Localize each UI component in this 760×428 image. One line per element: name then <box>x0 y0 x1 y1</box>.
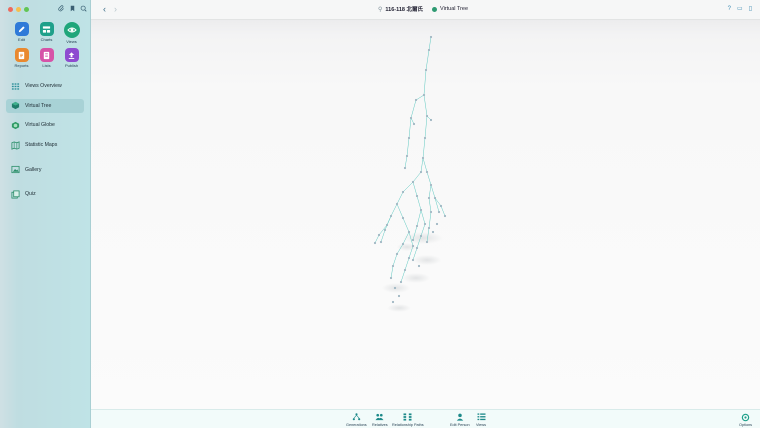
module-label: Lists <box>42 63 51 68</box>
tree-graph[interactable] <box>91 20 760 409</box>
bookmark-icon[interactable] <box>69 5 76 12</box>
nav-item-statistic-maps[interactable]: Statistic Maps <box>6 138 84 152</box>
report-icon <box>14 48 29 62</box>
zoom-window-button[interactable] <box>24 7 29 12</box>
window-controls <box>8 7 29 12</box>
nav-label: Virtual Tree <box>25 102 52 109</box>
virtual-tree-dot-icon <box>432 6 438 12</box>
quiz-cards-icon <box>11 190 20 199</box>
nav-label: Views Overview <box>25 83 62 89</box>
module-lists[interactable]: Lists <box>34 48 59 68</box>
module-views[interactable]: Views <box>59 22 84 44</box>
views-list-icon <box>476 412 486 422</box>
bottom-label: Options <box>739 423 753 427</box>
help-icon[interactable]: ? <box>728 6 731 12</box>
globe-cube-icon <box>11 121 20 130</box>
toolbar: ‹ › ⚲ 116-118 北爾氏 Virtual Tree ? ▭ ▯ <box>91 0 760 20</box>
breadcrumb-person[interactable]: 116-118 北爾氏 <box>385 5 423 13</box>
minimize-window-button[interactable] <box>16 7 21 12</box>
person-pin-icon: ⚲ <box>378 6 383 13</box>
generations-icon <box>351 412 361 422</box>
relatives-button[interactable]: Relatives <box>372 412 388 427</box>
bottom-toolbar: Generations Relatives Relationship Paths… <box>91 409 760 428</box>
breadcrumb: ⚲ 116-118 北爾氏 Virtual Tree <box>378 5 468 13</box>
forward-arrow-icon[interactable]: › <box>114 5 117 14</box>
module-grid: Edit Charts Views Reports Lists Publish <box>9 22 83 68</box>
module-label: Views <box>66 39 77 44</box>
module-label: Edit <box>18 37 25 42</box>
pencil-icon <box>14 22 29 36</box>
nav-item-gallery[interactable]: Gallery <box>6 163 84 177</box>
relationship-paths-icon <box>403 412 413 422</box>
back-arrow-icon[interactable]: ‹ <box>103 5 106 14</box>
nav-label: Statistic Maps <box>25 142 58 149</box>
close-window-button[interactable] <box>8 7 13 12</box>
module-label: Reports <box>14 63 29 68</box>
grid-icon <box>11 82 20 91</box>
eye-icon <box>63 22 80 38</box>
toolbar-right: ? ▭ ▯ <box>728 6 752 12</box>
module-label: Charts <box>40 37 53 42</box>
views-nav: Views Overview Virtual Tree Virtual Glob… <box>6 79 84 207</box>
bottom-label: Edit Person <box>450 423 470 427</box>
nav-item-virtual-tree[interactable]: Virtual Tree <box>6 98 84 113</box>
relatives-icon <box>375 412 385 422</box>
module-publish[interactable]: Publish <box>59 48 84 68</box>
nav-item-virtual-globe[interactable]: Virtual Globe <box>6 118 84 132</box>
relationship-paths-button[interactable]: Relationship Paths <box>392 412 424 427</box>
photo-icon <box>11 165 20 174</box>
upload-icon <box>64 48 79 62</box>
gear-icon <box>741 412 751 422</box>
cube-tree-icon <box>11 101 20 110</box>
bottom-label: Relationship Paths <box>392 423 424 427</box>
map-icon <box>11 140 20 150</box>
list-icon <box>39 48 54 62</box>
nav-label: Gallery <box>25 166 42 173</box>
bottom-label: Generations <box>346 423 367 427</box>
generations-button[interactable]: Generations <box>346 412 367 427</box>
person-icon <box>455 412 465 422</box>
breadcrumb-view: Virtual Tree <box>440 6 469 12</box>
title-tools <box>58 5 87 12</box>
nav-item-quiz[interactable]: Quiz <box>6 187 84 201</box>
nav-item-views-overview[interactable]: Views Overview <box>6 79 84 93</box>
sidebar: Edit Charts Views Reports Lists Publish … <box>0 0 91 428</box>
sidebar-toggle-icon[interactable]: ▯ <box>749 6 752 12</box>
bottom-label: Relatives <box>372 423 388 427</box>
views-button[interactable]: Views <box>476 412 486 427</box>
history-nav: ‹ › <box>103 5 117 14</box>
module-label: Publish <box>64 63 79 68</box>
module-charts[interactable]: Charts <box>34 22 59 44</box>
options-button[interactable]: Options <box>739 412 752 427</box>
folder-icon[interactable]: ▭ <box>737 6 743 12</box>
chart-grid-icon <box>39 22 54 36</box>
virtual-tree-canvas[interactable] <box>91 20 760 409</box>
edit-person-button[interactable]: Edit Person <box>450 412 470 427</box>
bottom-label: Views <box>476 423 487 427</box>
search-people-icon[interactable] <box>80 5 87 12</box>
module-edit[interactable]: Edit <box>9 22 34 44</box>
nav-label: Virtual Globe <box>25 122 55 129</box>
nav-label: Quiz <box>25 191 36 198</box>
paperclip-icon[interactable] <box>58 5 65 12</box>
module-reports[interactable]: Reports <box>9 48 34 68</box>
